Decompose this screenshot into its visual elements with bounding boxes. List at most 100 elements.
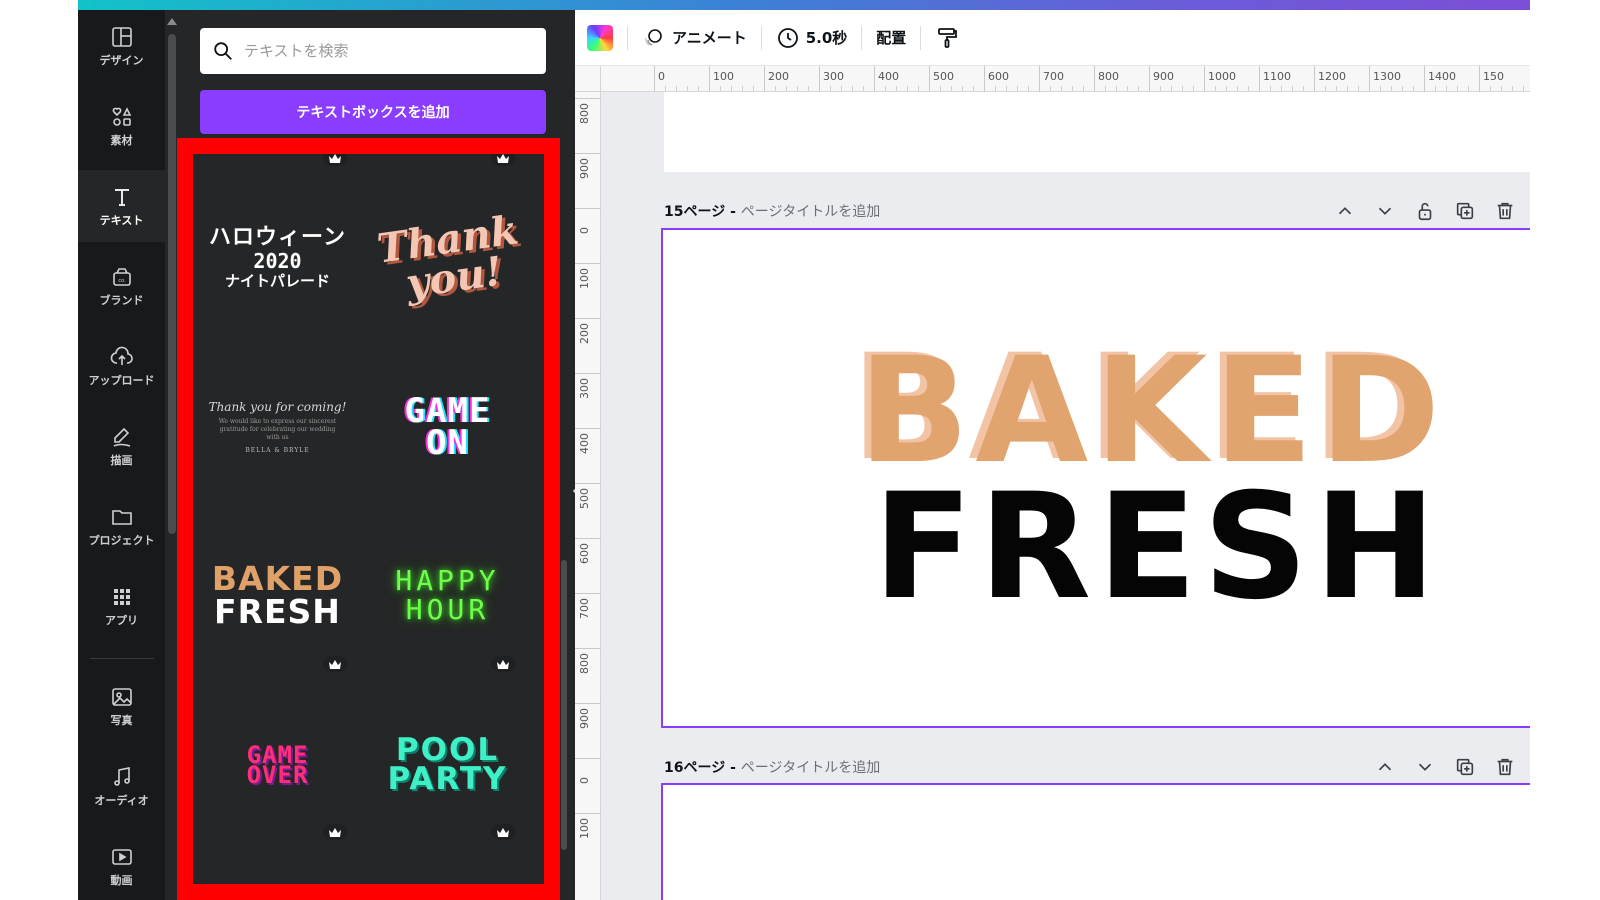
panel-scrollbar-thumb[interactable] [168, 34, 176, 534]
toolbar-divider [861, 25, 863, 50]
ruler-tick [1424, 66, 1425, 92]
ruler-minor-tick [885, 86, 886, 91]
duplicate-icon[interactable] [1454, 200, 1476, 222]
ruler-tick [575, 98, 601, 99]
chevron-down-icon[interactable] [1374, 200, 1396, 222]
ruler-minor-tick [1017, 86, 1018, 91]
ruler-minor-tick [1336, 86, 1337, 91]
ruler-minor-tick [676, 86, 677, 91]
ruler-horizontal: 0 100 200 300 400 500 600 700 800 900 1000 1100 1200… [575, 66, 1530, 92]
page-15-title[interactable]: 15ページ - ページタイトルを追加 [664, 201, 880, 221]
search-icon [214, 42, 232, 60]
page-16-title[interactable]: 16ページ - ページタイトルを追加 [664, 757, 880, 777]
position-button[interactable]: 配置 [876, 27, 906, 48]
ruler-tick [929, 66, 930, 92]
ruler-minor-tick [1325, 86, 1326, 91]
ruler-tick [575, 263, 601, 264]
template-scrollbar-thumb[interactable] [561, 560, 567, 850]
ruler-tick [575, 538, 601, 539]
ruler-minor-tick [830, 86, 831, 91]
ruler-minor-tick [852, 86, 853, 91]
ruler-label: 800 [578, 103, 591, 124]
page-15-header: 15ページ - ページタイトルを追加 [664, 196, 1530, 226]
ruler-minor-tick [1072, 86, 1073, 91]
ruler-minor-tick [1182, 86, 1183, 91]
search-box[interactable] [200, 28, 546, 74]
ruler-label: 700 [578, 598, 591, 619]
chevron-up-icon[interactable] [1334, 200, 1356, 222]
canvas-area: 0 100 200 300 400 500 600 700 800 900 1000 1100 1200… [575, 66, 1530, 900]
ruler-minor-tick [1237, 86, 1238, 91]
add-textbox-button[interactable]: テキストボックスを追加 [200, 90, 546, 134]
ruler-minor-tick [1116, 86, 1117, 91]
ruler-tick [764, 66, 765, 92]
duplicate-icon[interactable] [1454, 756, 1476, 778]
ruler-tick [575, 703, 601, 704]
ruler-minor-tick [698, 86, 699, 91]
sidebar-item-upload[interactable]: アップロード [78, 330, 165, 402]
sidebar-item-elements[interactable]: 素材 [78, 90, 165, 162]
sidebar-item-design[interactable]: デザイン [78, 10, 165, 82]
red-highlight-box [177, 138, 560, 900]
sidebar-item-brand[interactable]: co. ブランド [78, 250, 165, 322]
sidebar-item-apps[interactable]: アプリ [78, 570, 165, 642]
sidebar-item-audio[interactable]: オーディオ [78, 750, 165, 822]
ruler-label: 0 [578, 777, 591, 784]
ruler-tick [984, 66, 985, 92]
ruler-minor-tick [841, 86, 842, 91]
canvas-text-fresh[interactable]: FRESH [873, 474, 1442, 620]
ruler-tick [575, 208, 601, 209]
upload-icon [110, 346, 133, 365]
sidebar-item-projects[interactable]: プロジェクト [78, 490, 165, 562]
sidebar-item-label: アプリ [105, 613, 138, 627]
video-icon [111, 848, 132, 865]
page-title-placeholder: ページタイトルを追加 [740, 760, 881, 776]
layout-icon [111, 26, 132, 47]
ruler-minor-tick [896, 86, 897, 91]
scroll-up-arrow-icon[interactable] [167, 18, 177, 25]
ruler-tick [575, 813, 601, 814]
ruler-minor-tick [1303, 86, 1304, 91]
ruler-minor-tick [995, 86, 996, 91]
ruler-minor-tick [1292, 86, 1293, 91]
ruler-minor-tick [863, 86, 864, 91]
ruler-minor-tick [1380, 86, 1381, 91]
page-15-actions [1334, 200, 1516, 222]
sidebar-item-label: プロジェクト [88, 533, 155, 547]
ruler-minor-tick [1105, 86, 1106, 91]
sidebar-item-label: ブランド [99, 293, 144, 307]
ruler-tick [1149, 66, 1150, 92]
ruler-minor-tick [1193, 86, 1194, 91]
ruler-label: 1200 [1318, 70, 1346, 83]
page-15-canvas[interactable]: BAKED FRESH [661, 228, 1530, 728]
page-14-canvas[interactable] [664, 92, 1530, 172]
ruler-tick [575, 758, 601, 759]
page-title-placeholder: ページタイトルを追加 [740, 204, 881, 220]
ruler-minor-tick [918, 86, 919, 91]
duration-button[interactable]: 5.0秒 [776, 26, 847, 50]
ruler-minor-tick [973, 86, 974, 91]
page-16-canvas[interactable] [661, 783, 1530, 900]
ruler-minor-tick [1457, 86, 1458, 91]
trash-icon[interactable] [1494, 200, 1516, 222]
ruler-minor-tick [940, 86, 941, 91]
editor-toolbar: アニメート 5.0秒 配置 [575, 10, 1530, 66]
chevron-down-icon[interactable] [1414, 756, 1436, 778]
trash-icon[interactable] [1494, 756, 1516, 778]
position-label: 配置 [876, 29, 907, 47]
sidebar-item-draw[interactable]: 描画 [78, 410, 165, 482]
ruler-label: 0 [578, 227, 591, 234]
ruler-label: 100 [578, 818, 591, 839]
ruler-label: 300 [823, 70, 844, 83]
search-input[interactable] [244, 42, 534, 60]
sidebar-item-video[interactable]: 動画 [78, 830, 165, 900]
ruler-minor-tick [1358, 86, 1359, 91]
chevron-up-icon[interactable] [1374, 756, 1396, 778]
color-picker-button[interactable] [587, 24, 613, 51]
ruler-tick [575, 373, 601, 374]
unlock-icon[interactable] [1414, 200, 1436, 222]
sidebar-item-text[interactable]: テキスト [78, 170, 165, 242]
sidebar-item-photos[interactable]: 写真 [78, 670, 165, 742]
copy-style-button[interactable] [935, 26, 959, 50]
animate-button[interactable]: アニメート [642, 26, 747, 50]
